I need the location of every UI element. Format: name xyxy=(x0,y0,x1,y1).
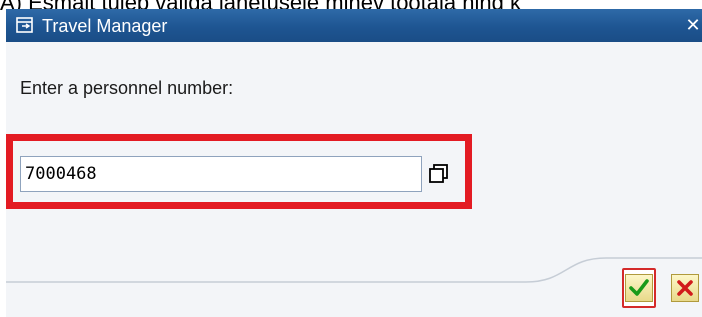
footer-divider xyxy=(6,257,702,283)
personnel-number-input[interactable]: 7000468 xyxy=(20,156,422,192)
close-icon[interactable]: ✕ xyxy=(684,12,702,38)
cancel-button[interactable] xyxy=(670,270,700,306)
cancel-x-icon xyxy=(671,274,699,302)
dialog-title: Travel Manager xyxy=(42,16,168,36)
value-help-icon[interactable] xyxy=(424,158,454,190)
dialog-titlebar: Travel Manager ✕ xyxy=(6,9,702,42)
prompt-label: Enter a personnel number: xyxy=(20,78,234,98)
continue-button[interactable] xyxy=(622,268,656,308)
window-icon xyxy=(15,15,35,35)
dialog-body: Enter a personnel number: 7000468 xyxy=(6,42,702,317)
continue-checkmark-icon xyxy=(625,274,653,302)
